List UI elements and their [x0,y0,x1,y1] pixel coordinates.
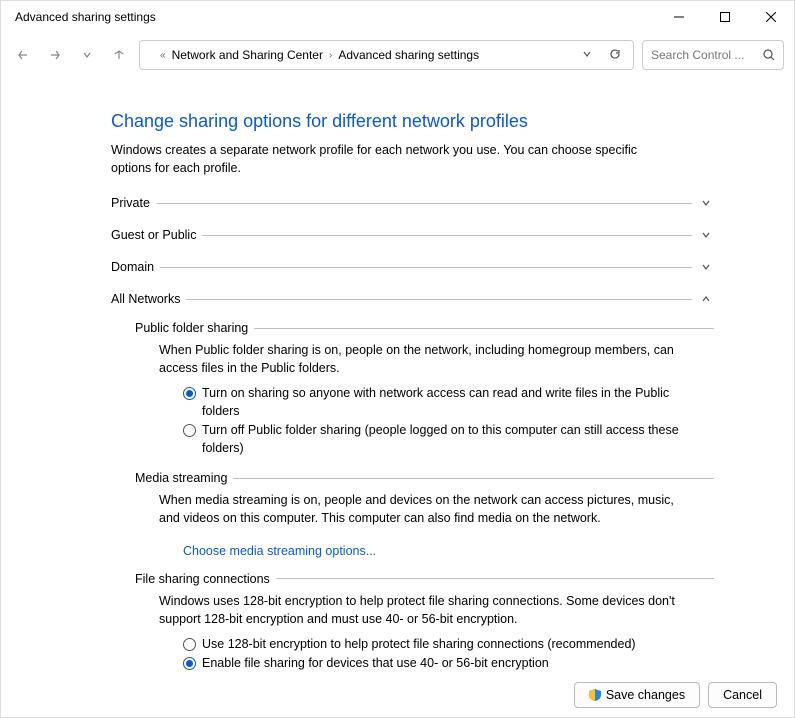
content: Change sharing options for different net… [1,77,794,673]
file-sharing-description: Windows uses 128-bit encryption to help … [159,592,679,628]
section-domain[interactable]: Domain [111,259,714,275]
breadcrumb-back-icon: « [160,50,166,61]
chevron-down-icon [698,195,714,211]
radio-enc-4056[interactable]: Enable file sharing for devices that use… [183,655,683,673]
subsection-file-sharing: File sharing connections [135,572,714,586]
search-placeholder: Search Control ... [651,48,757,62]
recent-dropdown[interactable] [75,43,99,67]
media-streaming-description: When media streaming is on, people and d… [159,491,679,527]
search-input[interactable]: Search Control ... [642,40,784,70]
radio-pfs-on[interactable]: Turn on sharing so anyone with network a… [183,385,683,420]
section-guest-public[interactable]: Guest or Public [111,227,714,243]
titlebar: Advanced sharing settings [1,1,794,33]
breadcrumb[interactable]: « Network and Sharing Center › Advanced … [139,40,634,70]
chevron-right-icon: › [329,50,332,61]
section-private[interactable]: Private [111,195,714,211]
subsection-public-folder: Public folder sharing [135,321,714,335]
back-button[interactable] [11,43,35,67]
page-title: Change sharing options for different net… [111,111,714,132]
chevron-down-icon [698,259,714,275]
refresh-button[interactable] [605,48,625,63]
cancel-button[interactable]: Cancel [708,682,777,708]
up-button[interactable] [107,43,131,67]
chevron-up-icon [698,291,714,307]
forward-button[interactable] [43,43,67,67]
media-streaming-link[interactable]: Choose media streaming options... [183,544,376,558]
shield-icon [589,689,601,701]
breadcrumb-dropdown[interactable] [577,48,597,62]
subsection-media-streaming: Media streaming [135,471,714,485]
breadcrumb-item[interactable]: Advanced sharing settings [338,48,479,62]
radio-icon [183,657,196,670]
footer: Save changes Cancel [574,682,777,708]
breadcrumb-item[interactable]: Network and Sharing Center [172,48,323,62]
radio-icon [183,387,196,400]
radio-icon [183,424,196,437]
page-description: Windows creates a separate network profi… [111,142,671,177]
save-changes-button[interactable]: Save changes [574,682,700,708]
window-title: Advanced sharing settings [15,10,156,24]
radio-pfs-off[interactable]: Turn off Public folder sharing (people l… [183,422,683,457]
radio-enc-128[interactable]: Use 128-bit encryption to help protect f… [183,636,683,654]
radio-icon [183,638,196,651]
search-icon [763,49,775,61]
maximize-button[interactable] [702,1,748,33]
minimize-button[interactable] [656,1,702,33]
section-all-networks[interactable]: All Networks [111,291,714,307]
toolbar: « Network and Sharing Center › Advanced … [1,33,794,77]
close-button[interactable] [748,1,794,33]
public-folder-description: When Public folder sharing is on, people… [159,341,679,377]
chevron-down-icon [698,227,714,243]
